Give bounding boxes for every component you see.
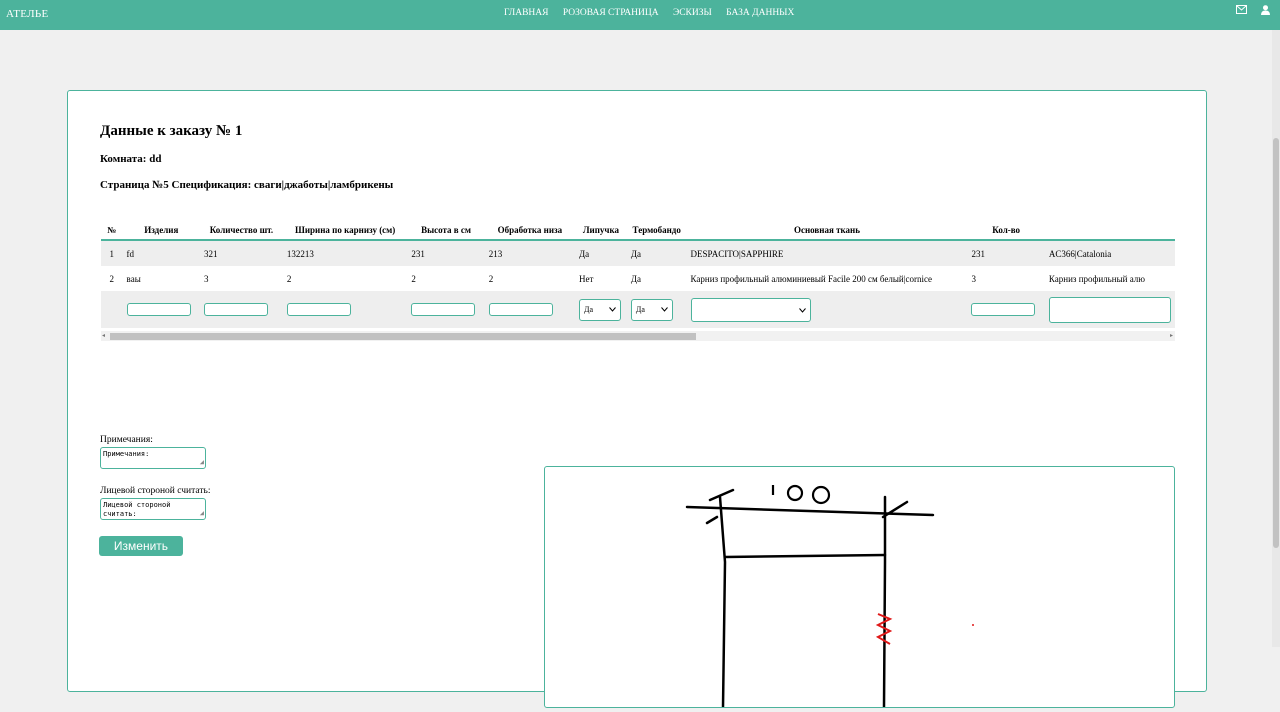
table-cell: 2 <box>407 266 485 291</box>
page-title: Данные к заказу № 1 <box>100 123 243 139</box>
nav-link-sketches[interactable]: ЭСКИЗЫ <box>673 8 712 18</box>
height-input[interactable] <box>411 303 476 316</box>
fabric-quantity-input[interactable] <box>971 303 1036 316</box>
sketch-drawing <box>685 484 974 709</box>
quantity-input[interactable] <box>204 303 268 316</box>
table-cell: 3 <box>200 266 283 291</box>
hem-input[interactable] <box>488 303 553 316</box>
column-header: Термобандо <box>626 221 687 241</box>
column-header: Ширина по карнизу (см) <box>282 221 408 241</box>
chevron-down-icon <box>660 305 668 314</box>
table-horizontal-scrollbar[interactable]: ◂ ▸ <box>101 331 1175 341</box>
lipuchka-value: Да <box>584 305 594 314</box>
table-cell: 2 <box>101 266 123 291</box>
face-side-textarea[interactable]: Лицевой стороной считать: ◢ <box>100 498 206 520</box>
scroll-left-arrow-icon[interactable]: ◂ <box>102 332 105 339</box>
column-header: Высота в см <box>407 221 485 241</box>
scrollbar-thumb[interactable] <box>110 333 696 340</box>
column-header: Обработка низа <box>484 221 576 241</box>
table-cell: 321 <box>200 240 283 266</box>
spec-table-container: № Изделия Количество шт. Ширина по карни… <box>101 221 1175 343</box>
table-cell: вaы <box>122 266 200 291</box>
table-cell: 2 <box>282 266 408 291</box>
notes-placeholder: Примечания: <box>103 450 150 458</box>
nav-link-database[interactable]: БАЗА ДАННЫХ <box>726 8 794 18</box>
table-cell: 231 <box>407 240 485 266</box>
extra-input[interactable] <box>1048 296 1171 323</box>
table-cell: Нет <box>575 266 627 291</box>
table-cell: 2 <box>484 266 576 291</box>
table-cell: AC366|Catalonia <box>1044 240 1175 266</box>
page-spec-label: Страница №5 Спецификация: сваги|джаботы|… <box>100 179 394 191</box>
scroll-right-arrow-icon[interactable]: ▸ <box>1170 332 1173 339</box>
resize-grip-icon[interactable]: ◢ <box>200 509 204 518</box>
table-cell: 3 <box>967 266 1045 291</box>
sketch-canvas[interactable]: 100 <box>544 466 1175 709</box>
table-cell <box>101 291 123 328</box>
table-row: 2 вaы 3 2 2 2 Нет Да Карниз профильный а… <box>101 266 1175 291</box>
main-fabric-select[interactable] <box>690 297 811 322</box>
top-navbar: АТЕЛЬЕ ГЛАВНАЯ РОЗОВАЯ СТРАНИЦА ЭСКИЗЫ Б… <box>0 0 1280 30</box>
termobando-select[interactable]: Да <box>630 298 673 321</box>
room-label: Комната: dd <box>100 153 162 165</box>
notes-textarea[interactable]: Примечания: ◢ <box>100 447 206 469</box>
resize-grip-icon[interactable]: ◢ <box>200 458 204 467</box>
table-cell: 1 <box>101 240 123 266</box>
column-header: Основная ткань <box>686 221 968 241</box>
page-scrollbar[interactable] <box>1272 30 1280 647</box>
chevron-down-icon <box>609 305 616 314</box>
table-cell: Да <box>626 266 687 291</box>
width-input[interactable] <box>286 303 351 316</box>
table-cell: Да <box>575 240 627 266</box>
envelope-icon[interactable] <box>1236 5 1247 15</box>
table-cell: fd <box>122 240 200 266</box>
face-side-placeholder: Лицевой стороной считать: <box>103 501 171 518</box>
table-cell: 213 <box>484 240 576 266</box>
nav-link-home[interactable]: ГЛАВНАЯ <box>504 8 548 18</box>
brand-logo[interactable]: АТЕЛЬЕ <box>6 8 49 20</box>
user-icon[interactable] <box>1261 5 1270 15</box>
main-nav: ГЛАВНАЯ РОЗОВАЯ СТРАНИЦА ЭСКИЗЫ БАЗА ДАН… <box>504 8 806 18</box>
submit-change-button[interactable]: Изменить <box>99 536 183 556</box>
termobando-value: Да <box>635 305 645 314</box>
order-card: Данные к заказу № 1 Комната: dd Страница… <box>67 90 1207 709</box>
chevron-down-icon <box>798 305 806 315</box>
table-cell: Карниз профильный алю <box>1044 266 1175 291</box>
column-header: Изделия <box>122 221 200 241</box>
table-row: 1 fd 321 132213 231 213 Да Да DESPACITO|… <box>101 240 1175 266</box>
table-cell: Да <box>626 240 687 266</box>
table-cell: DESPACITO|SAPPHIRE <box>686 240 968 266</box>
table-cell: Карниз профильный алюминиевый Facile 200… <box>686 266 968 291</box>
product-input[interactable] <box>126 303 191 316</box>
spec-table: № Изделия Количество шт. Ширина по карни… <box>101 221 1175 328</box>
face-side-label: Лицевой стороной считать: <box>100 486 211 496</box>
column-header: № <box>101 221 123 241</box>
nav-link-pink-page[interactable]: РОЗОВАЯ СТРАНИЦА <box>563 8 659 18</box>
table-header-row: № Изделия Количество шт. Ширина по карни… <box>101 221 1175 241</box>
table-cell: 132213 <box>282 240 408 266</box>
new-entry-row: Да Да <box>101 291 1175 328</box>
notes-label: Примечания: <box>100 435 153 445</box>
column-header: Липучка <box>575 221 627 241</box>
column-header: Кол-во <box>967 221 1045 241</box>
lipuchka-select[interactable]: Да <box>579 298 622 321</box>
table-cell: 231 <box>967 240 1045 266</box>
column-header <box>1044 221 1175 241</box>
column-header: Количество шт. <box>200 221 283 241</box>
